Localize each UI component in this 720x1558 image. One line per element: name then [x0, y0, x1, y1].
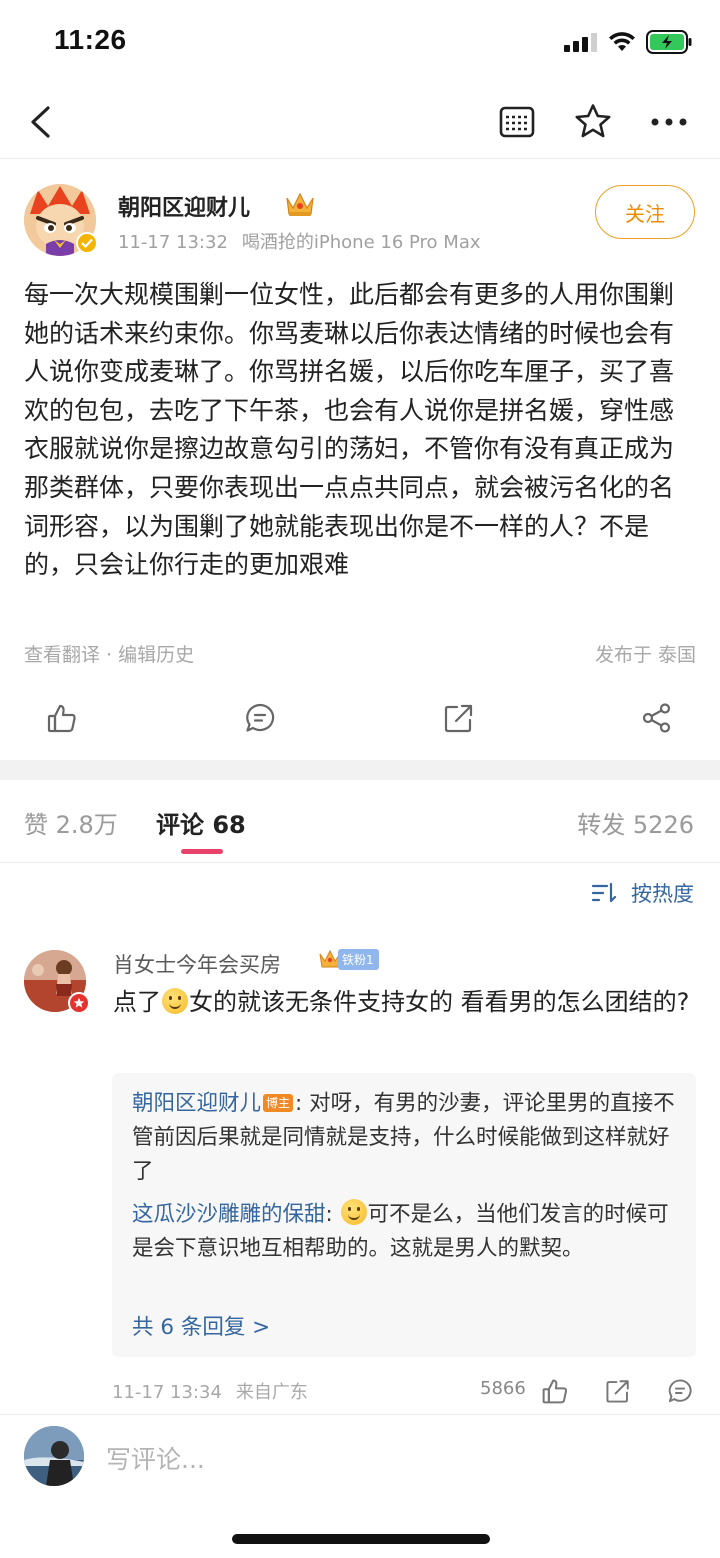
comment-list-button[interactable]: [496, 102, 538, 142]
reply-colon: :: [325, 1202, 340, 1227]
check-icon: [81, 238, 93, 248]
replies-box[interactable]: 朝阳区迎财儿 博主: 对呀，有男的沙妻，评论里男的直接不管前因后果就是同情就是支持…: [112, 1073, 696, 1357]
host-tag: 博主: [263, 1094, 294, 1112]
commenter-name[interactable]: 肖女士今年会买房: [113, 949, 281, 979]
comment-text-part: 女的就该无条件支持女的 看看男的怎么团结的?: [189, 988, 690, 1016]
comment-text: 点了 女的就该无条件支持女的 看看男的怎么团结的?: [113, 984, 698, 1020]
crown-icon: [284, 190, 316, 222]
tab-reposts[interactable]: 转发 5226: [577, 805, 694, 840]
sort-icon: [591, 882, 617, 903]
comment-text-part: 点了: [113, 988, 161, 1016]
comment-icon: [668, 1379, 692, 1403]
comment-like-button[interactable]: [538, 1374, 572, 1408]
comment-reply-button[interactable]: [663, 1374, 697, 1408]
wifi-icon: [609, 32, 635, 51]
comment-icon: [246, 703, 275, 732]
repost-icon: [606, 1380, 629, 1403]
back-icon: [31, 106, 50, 138]
like-icon: [542, 1379, 568, 1404]
tab-likes[interactable]: 赞 2.8万: [24, 805, 118, 840]
comment-date: 11-17 13:34: [112, 1382, 222, 1403]
home-indicator: [232, 1534, 490, 1544]
post-date: 11-17 13:32: [118, 232, 228, 253]
author-name[interactable]: 朝阳区迎财儿: [118, 190, 250, 222]
smile-emoji-icon: [162, 988, 188, 1014]
comment-like-count: 5866: [480, 1378, 526, 1399]
favorite-button[interactable]: [572, 100, 614, 142]
my-avatar[interactable]: [24, 1426, 84, 1486]
comment-input[interactable]: 写评论...: [106, 1440, 205, 1476]
reply-item: 朝阳区迎财儿 博主: 对呀，有男的沙妻，评论里男的直接不管前因后果就是同情就是支持…: [132, 1087, 680, 1189]
status-icons: [564, 30, 692, 54]
post-text: 每一次大规模围剿一位女性，此后都会有更多的人用你围剿她的话术来约束你。你骂麦琳以…: [24, 280, 675, 580]
battery-icon: [646, 30, 692, 54]
sort-toggle[interactable]: 按热度: [591, 878, 694, 908]
fan-badge: 铁粉1: [318, 948, 379, 970]
share-icon: [642, 703, 671, 733]
more-button[interactable]: [648, 104, 690, 140]
repost-icon: [444, 704, 473, 733]
user-badge: [68, 992, 90, 1014]
fan-badge-label: 铁粉1: [338, 948, 379, 970]
nav-divider: [0, 158, 720, 159]
status-time: 11:26: [54, 24, 127, 55]
star-icon: [575, 104, 611, 138]
comment-button[interactable]: [240, 698, 280, 738]
reply-user[interactable]: 这瓜沙沙雕雕的保甜: [132, 1202, 326, 1227]
translate-history-links[interactable]: 查看翻译 · 编辑历史: [24, 640, 194, 667]
tabs-divider: [0, 862, 720, 863]
back-button[interactable]: [20, 100, 60, 144]
verified-badge: [76, 232, 98, 254]
post-meta: 11-17 13:32 喝酒抢的iPhone 16 Pro Max: [118, 228, 481, 254]
sort-label: 按热度: [631, 882, 694, 906]
like-button[interactable]: [42, 698, 82, 738]
like-icon: [47, 704, 76, 733]
reply-user[interactable]: 朝阳区迎财儿: [132, 1091, 261, 1116]
tab-comments[interactable]: 评论 68: [156, 805, 246, 840]
reply-item: 这瓜沙沙雕雕的保甜: 可不是么，当他们发言的时候可是会下意识地互相帮助的。这就是…: [132, 1198, 680, 1266]
section-gap: [0, 760, 720, 780]
active-tab-indicator: [181, 849, 223, 854]
post-source: 喝酒抢的iPhone 16 Pro Max: [241, 232, 481, 253]
comment-list-icon: [499, 106, 535, 138]
comment-repost-button[interactable]: [601, 1374, 635, 1408]
more-replies-link[interactable]: 共 6 条回复 >: [132, 1310, 270, 1341]
star-badge-icon: [73, 997, 85, 1008]
follow-button[interactable]: 关注: [595, 185, 695, 239]
signal-icon: [564, 33, 597, 52]
repost-button[interactable]: [439, 698, 479, 738]
post-location: 发布于 泰国: [594, 644, 696, 666]
comment-location: 来自广东: [235, 1382, 308, 1403]
smile-emoji-icon: [340, 1199, 367, 1225]
composer-divider: [0, 1414, 720, 1415]
more-icon: [651, 118, 687, 126]
comment-meta: 11-17 13:34 来自广东: [112, 1378, 308, 1404]
share-button[interactable]: [637, 698, 677, 738]
